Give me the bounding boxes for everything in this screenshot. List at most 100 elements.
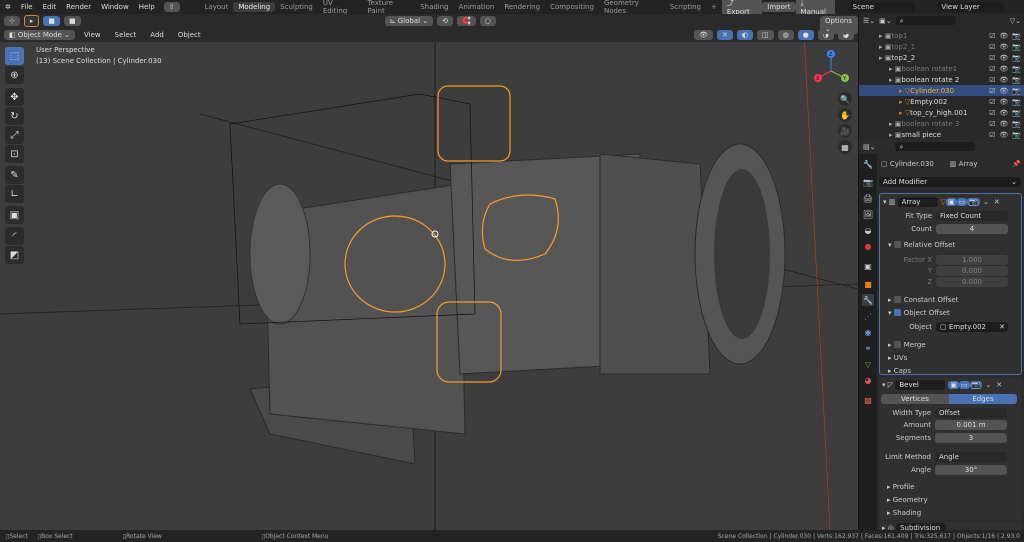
- output-tab-icon[interactable]: 🖨: [862, 192, 874, 204]
- relative-offset-checkbox[interactable]: [893, 241, 901, 248]
- modifier-name-input[interactable]: Bevel: [895, 379, 946, 390]
- menu-object[interactable]: Object: [173, 31, 206, 39]
- viewport-toggle-icon[interactable]: ▭: [956, 197, 968, 206]
- tool-scale[interactable]: ⤢: [5, 126, 24, 144]
- visibility-eye-icon[interactable]: 👁: [999, 65, 1008, 73]
- modifier-name-input[interactable]: Array: [897, 196, 938, 207]
- caps-header[interactable]: ▸ Caps: [888, 365, 911, 376]
- camera-view-icon[interactable]: 🎥: [838, 124, 852, 138]
- import-button[interactable]: Import: [762, 2, 796, 12]
- menu-render[interactable]: Render: [61, 3, 96, 11]
- remove-modifier-icon[interactable]: ✕: [994, 198, 1000, 206]
- visibility-eye-icon[interactable]: 👁: [999, 43, 1008, 51]
- outliner-item[interactable]: ▸ ▣ top2_1 ☑ 👁 📷: [859, 41, 1024, 52]
- particles-tab-icon[interactable]: ⋰: [862, 310, 874, 322]
- offset-object-field[interactable]: ▢ Empty.002 ✕: [936, 322, 1008, 332]
- render-camera-icon[interactable]: 📷: [1012, 32, 1021, 40]
- collapse-icon[interactable]: ▾ ◸: [882, 381, 895, 389]
- xray-toggle[interactable]: ◫: [756, 30, 774, 40]
- visibility-eye-icon[interactable]: 👁: [999, 54, 1008, 62]
- pin-icon[interactable]: 📌: [1012, 160, 1021, 168]
- render-camera-icon[interactable]: 📷: [1012, 43, 1021, 51]
- outliner-item[interactable]: ▸ ▽ top_cy_high.001 ☑ 👁 📷: [859, 107, 1024, 118]
- amount-field[interactable]: 0.001 m: [935, 420, 1007, 430]
- clear-icon[interactable]: ✕: [999, 322, 1005, 332]
- render-camera-icon[interactable]: 📷: [1012, 65, 1021, 73]
- merge-checkbox[interactable]: [893, 341, 901, 348]
- select-mode-new-icon[interactable]: ■: [43, 16, 61, 26]
- object-tab-icon[interactable]: ■: [862, 278, 874, 290]
- collection-tab-icon[interactable]: ▣: [862, 260, 874, 272]
- render-tab-icon[interactable]: 📷: [862, 176, 874, 188]
- collapse-icon[interactable]: ▾ ▥: [883, 198, 898, 206]
- cage-toggle-icon[interactable]: ▣: [948, 380, 959, 389]
- tab-scripting[interactable]: Scripting: [665, 2, 706, 12]
- width-type-dropdown[interactable]: Offset: [935, 408, 1007, 418]
- menu-view[interactable]: View: [79, 31, 106, 39]
- visibility-eye-icon[interactable]: 👁: [999, 109, 1008, 117]
- render-camera-icon[interactable]: 📷: [1012, 54, 1021, 62]
- render-camera-icon[interactable]: 📷: [1012, 109, 1021, 117]
- exclude-checkbox-icon[interactable]: ☑: [989, 43, 995, 51]
- merge-header[interactable]: ▸ Merge: [888, 339, 926, 350]
- segments-field[interactable]: 3: [935, 433, 1007, 443]
- tool-measure[interactable]: ∟: [5, 185, 24, 203]
- relative-offset-header[interactable]: ▾ Relative Offset: [888, 239, 955, 250]
- tab-modeling[interactable]: Modeling: [233, 2, 276, 12]
- factor-y-field[interactable]: 0.000: [936, 266, 1008, 276]
- fit-type-dropdown[interactable]: Fixed Count: [936, 211, 1008, 221]
- overlay-toggle[interactable]: ◐: [736, 30, 753, 40]
- shading-wireframe[interactable]: ◍: [777, 30, 794, 40]
- count-field[interactable]: 4: [936, 224, 1008, 234]
- outliner-item[interactable]: ▸ ▣ boolean rotate 3 ☑ 👁 📷: [859, 118, 1024, 129]
- menu-edit[interactable]: Edit: [38, 3, 62, 11]
- viewport-toggle-icon[interactable]: ▭: [958, 380, 970, 389]
- render-camera-icon[interactable]: 📷: [1012, 120, 1021, 128]
- exclude-checkbox-icon[interactable]: ☑: [989, 65, 995, 73]
- visibility-eye-icon[interactable]: 👁: [999, 131, 1008, 139]
- outliner-item[interactable]: ▸ ▽ Cylinder.030 ☑ 👁 📷: [859, 85, 1024, 96]
- angle-field[interactable]: 30°: [935, 465, 1007, 475]
- geometry-header[interactable]: ▸ Geometry: [887, 494, 928, 505]
- scene-selector[interactable]: Scene: [848, 2, 916, 12]
- factor-x-field[interactable]: 1.000: [936, 255, 1008, 265]
- render-camera-icon[interactable]: 📷: [1012, 98, 1021, 106]
- add-modifier-dropdown[interactable]: Add Modifier ⌄: [879, 177, 1021, 187]
- exclude-checkbox-icon[interactable]: ☑: [989, 131, 995, 139]
- outliner-item[interactable]: ▸ ▣ boolean rotate1 ☑ 👁 📷: [859, 63, 1024, 74]
- limit-method-dropdown[interactable]: Angle: [935, 452, 1007, 462]
- uvs-header[interactable]: ▸ UVs: [888, 352, 907, 363]
- visibility-eye-icon[interactable]: 👁: [999, 76, 1008, 84]
- vertices-tab[interactable]: Vertices: [881, 394, 949, 404]
- tab-shading[interactable]: Shading: [415, 2, 453, 12]
- render-camera-icon[interactable]: 📷: [1012, 87, 1021, 95]
- menu-help[interactable]: Help: [134, 3, 160, 11]
- constant-offset-header[interactable]: ▸ Constant Offset: [888, 294, 958, 305]
- menu-file[interactable]: File: [16, 3, 38, 11]
- exclude-checkbox-icon[interactable]: ☑: [989, 54, 995, 62]
- object-offset-checkbox[interactable]: [893, 309, 901, 316]
- select-mode-extend-icon[interactable]: ■: [64, 16, 81, 26]
- tab-sculpting[interactable]: Sculpting: [275, 2, 318, 12]
- visibility-eye-icon[interactable]: 👁: [999, 87, 1008, 95]
- tool-select-box[interactable]: ⬚: [5, 47, 24, 65]
- editor-type-button[interactable]: ⇧: [163, 2, 180, 12]
- view-layer-tab-icon[interactable]: 🖼: [862, 208, 874, 220]
- proportional-edit-toggle[interactable]: ○: [479, 16, 496, 26]
- tool-transform[interactable]: ⊡: [5, 145, 24, 163]
- cage-toggle-icon[interactable]: ▣: [945, 197, 957, 206]
- properties-search-input[interactable]: ⌕: [895, 142, 976, 151]
- blender-logo-icon[interactable]: ✲: [0, 3, 16, 11]
- select-tool-icon[interactable]: ▸: [23, 15, 40, 27]
- edges-tab[interactable]: Edges: [949, 394, 1017, 404]
- shading-solid[interactable]: ●: [797, 30, 814, 40]
- exclude-checkbox-icon[interactable]: ☑: [989, 76, 995, 84]
- add-workspace-button[interactable]: +: [706, 2, 722, 12]
- outliner-item[interactable]: ▸ ▣ top2_2 ☑ 👁 📷: [859, 52, 1024, 63]
- material-tab-icon[interactable]: ◕: [862, 374, 874, 386]
- mode-dropdown[interactable]: ◧ Object Mode ⌄: [4, 30, 76, 40]
- visibility-eye-icon[interactable]: 👁: [999, 32, 1008, 40]
- profile-header[interactable]: ▸ Profile: [887, 481, 915, 492]
- transform-orientation-dropdown[interactable]: ⊾ Global ⌄: [384, 16, 434, 26]
- texture-tab-icon[interactable]: ▩: [862, 394, 874, 406]
